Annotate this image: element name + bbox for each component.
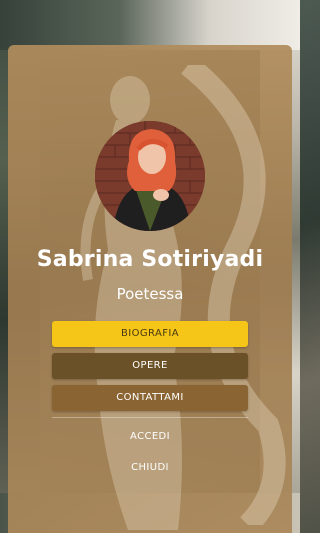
contattami-button[interactable]: CONTATTAMI: [52, 385, 248, 411]
background-scenery-top: [0, 0, 300, 50]
menu-divider: [52, 417, 248, 418]
biografia-button[interactable]: BIOGRAFIA: [52, 321, 248, 347]
opere-button[interactable]: OPERE: [52, 353, 248, 379]
profile-menu-panel: Sabrina Sotiriyadi Poetessa BIOGRAFIA OP…: [8, 45, 292, 533]
profile-avatar: [95, 121, 205, 231]
profile-role: Poetessa: [116, 285, 184, 303]
chiudi-link[interactable]: CHIUDI: [8, 462, 292, 473]
profile-name: Sabrina Sotiriyadi: [36, 247, 264, 272]
avatar-portrait-image: [95, 121, 205, 231]
accedi-link[interactable]: ACCEDI: [8, 431, 292, 442]
